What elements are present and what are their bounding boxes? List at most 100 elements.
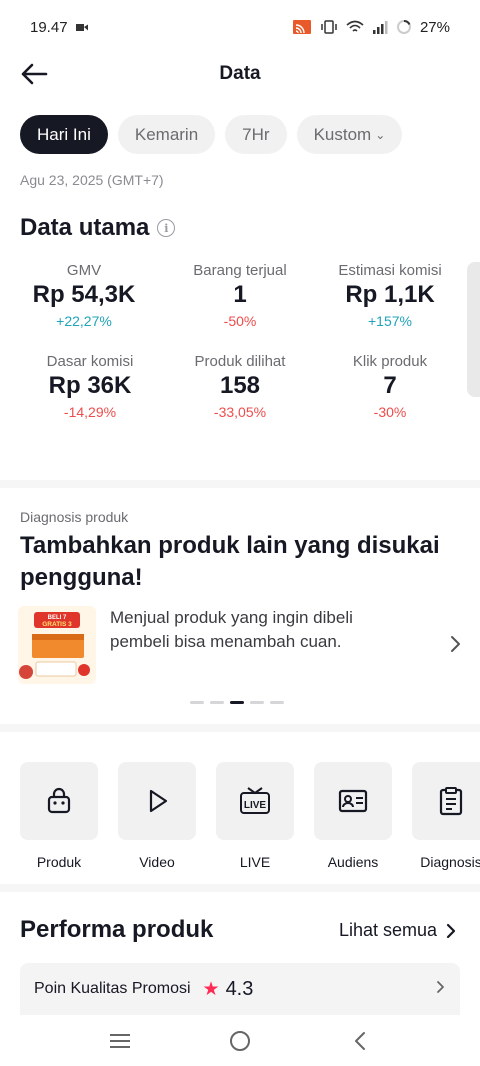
chevron-down-icon: ⌄: [375, 127, 386, 142]
metric-label: Produk dilihat: [194, 353, 286, 370]
chip-hari-ini[interactable]: Hari Ini: [20, 115, 108, 154]
chip-label: 7Hr: [242, 124, 270, 144]
metric-gmv[interactable]: GMV Rp 54,3K +22,27%: [9, 262, 159, 329]
data-utama-heading: Data utama i: [20, 214, 176, 242]
wifi-icon: [346, 20, 364, 34]
shortcut-label: Produk: [36, 854, 82, 870]
recent-apps-button[interactable]: [100, 1021, 140, 1061]
system-back-button[interactable]: [340, 1021, 380, 1061]
metric-dasar-komisi[interactable]: Dasar komisi Rp 36K -14,29%: [15, 353, 165, 420]
metric-label: GMV: [66, 262, 102, 279]
shortcut-live[interactable]: LIVE LIVE: [216, 762, 294, 870]
quality-score: 4.3: [225, 977, 254, 1000]
chevron-right-icon: [436, 979, 446, 1000]
quality-label: Poin Kualitas Promosi: [34, 980, 191, 997]
shortcut-tile: [118, 762, 196, 840]
chip-label: Kustom: [313, 124, 372, 144]
video-record-icon: [75, 23, 88, 32]
diagnosis-title: Tambahkan produk lain yang disukai pengg…: [20, 532, 440, 591]
star-icon: ★: [202, 978, 220, 1000]
metric-produk-dilihat[interactable]: Produk dilihat 158 -33,05%: [165, 353, 315, 420]
metric-label: Klik produk: [352, 353, 428, 370]
shortcut-tile: [412, 762, 480, 840]
section-title: Data utama: [20, 214, 150, 241]
status-time: 19.47: [30, 18, 68, 36]
date-range-text: Agu 23, 2025 (GMT+7): [20, 172, 164, 188]
shortcut-label: Audiens: [327, 854, 379, 870]
vibrate-icon: [320, 19, 338, 35]
system-nav-bar: [0, 1016, 480, 1066]
carousel-dot-active[interactable]: [230, 701, 244, 704]
metric-value: Rp 1,1K: [345, 281, 435, 308]
metric-value: Rp 54,3K: [32, 281, 136, 308]
carousel-dot[interactable]: [270, 701, 284, 704]
carousel-dot[interactable]: [190, 701, 204, 704]
shortcut-row: Produk Video LIVE LIVE Audiens Diagnosis: [20, 762, 480, 870]
metric-change: -50%: [223, 313, 257, 329]
chip-label: Kemarin: [134, 124, 199, 144]
home-circle-icon: [230, 1031, 250, 1051]
status-bar: 19.47 27%: [0, 0, 480, 54]
signal-icon: [372, 20, 388, 34]
status-right: 27%: [292, 19, 450, 36]
carousel-dot[interactable]: [210, 701, 224, 704]
shortcut-tile: [314, 762, 392, 840]
promotion-quality-row[interactable]: Poin Kualitas Promosi ★ 4.3: [20, 963, 460, 1015]
info-icon[interactable]: i: [157, 219, 176, 237]
chip-7hr[interactable]: 7Hr: [225, 115, 287, 154]
metric-value: 158: [219, 372, 261, 399]
metric-label: Barang terjual: [193, 262, 287, 279]
cast-icon: [292, 19, 312, 35]
shortcut-label: Video: [139, 854, 175, 870]
chip-label: Hari Ini: [37, 124, 91, 144]
section-divider: [0, 724, 480, 732]
metric-change: +157%: [368, 313, 412, 329]
id-card-icon: [338, 789, 368, 813]
shortcut-video[interactable]: Video: [118, 762, 196, 870]
carousel-dot[interactable]: [250, 701, 264, 704]
see-all-label: Lihat semua: [339, 920, 438, 940]
clipboard-icon: [439, 787, 463, 816]
metric-value: 1: [233, 281, 247, 308]
arrow-left-icon: [21, 63, 48, 85]
live-icon: LIVE: [240, 787, 270, 814]
shortcut-audiens[interactable]: Audiens: [314, 762, 392, 870]
home-button[interactable]: [220, 1021, 260, 1061]
shortcut-tile: LIVE: [216, 762, 294, 840]
diagnosis-label: Diagnosis produk: [20, 509, 129, 525]
metric-label: Dasar komisi: [46, 353, 134, 370]
metrics-scroll-edge[interactable]: [467, 262, 480, 397]
play-icon: [149, 789, 168, 813]
metric-value: Rp 36K: [48, 372, 132, 399]
metric-change: -14,29%: [63, 404, 117, 420]
shopping-bag-icon: [47, 787, 71, 814]
metric-value: 7: [383, 372, 397, 399]
app-header: Data: [0, 54, 480, 94]
battery-percent: 27%: [419, 18, 450, 36]
chip-kustom[interactable]: Kustom ⌄: [296, 115, 403, 154]
shortcut-produk[interactable]: Produk: [20, 762, 98, 870]
chevron-left-icon: [355, 1032, 365, 1050]
metric-change: -30%: [373, 404, 407, 420]
shortcut-label: LIVE: [239, 854, 271, 870]
promo-text-bottom: GRATIS 3: [42, 621, 72, 628]
shortcut-diagnosis[interactable]: Diagnosis: [412, 762, 480, 870]
section-divider: [0, 884, 480, 892]
diagnosis-product-thumbnail[interactable]: BELI 7 GRATIS 3: [18, 606, 96, 684]
status-left: 19.47: [30, 19, 88, 36]
chip-kemarin[interactable]: Kemarin: [117, 115, 216, 154]
metric-barang-terjual[interactable]: Barang terjual 1 -50%: [165, 262, 315, 329]
battery-icon: [396, 19, 412, 35]
metric-estimasi-komisi[interactable]: Estimasi komisi Rp 1,1K +157%: [315, 262, 465, 329]
page-title: Data: [219, 63, 261, 84]
performa-title: Performa produk: [20, 916, 214, 943]
chevron-right-icon: [446, 923, 456, 938]
metric-change: -33,05%: [213, 404, 267, 420]
section-divider: [0, 480, 480, 488]
metric-klik-produk[interactable]: Klik produk 7 -30%: [315, 353, 465, 420]
shortcut-tile: [20, 762, 98, 840]
chevron-right-icon[interactable]: [448, 632, 464, 656]
back-button[interactable]: [18, 60, 50, 88]
menu-lines-icon: [110, 1034, 130, 1048]
see-all-link[interactable]: Lihat semua: [339, 920, 457, 941]
